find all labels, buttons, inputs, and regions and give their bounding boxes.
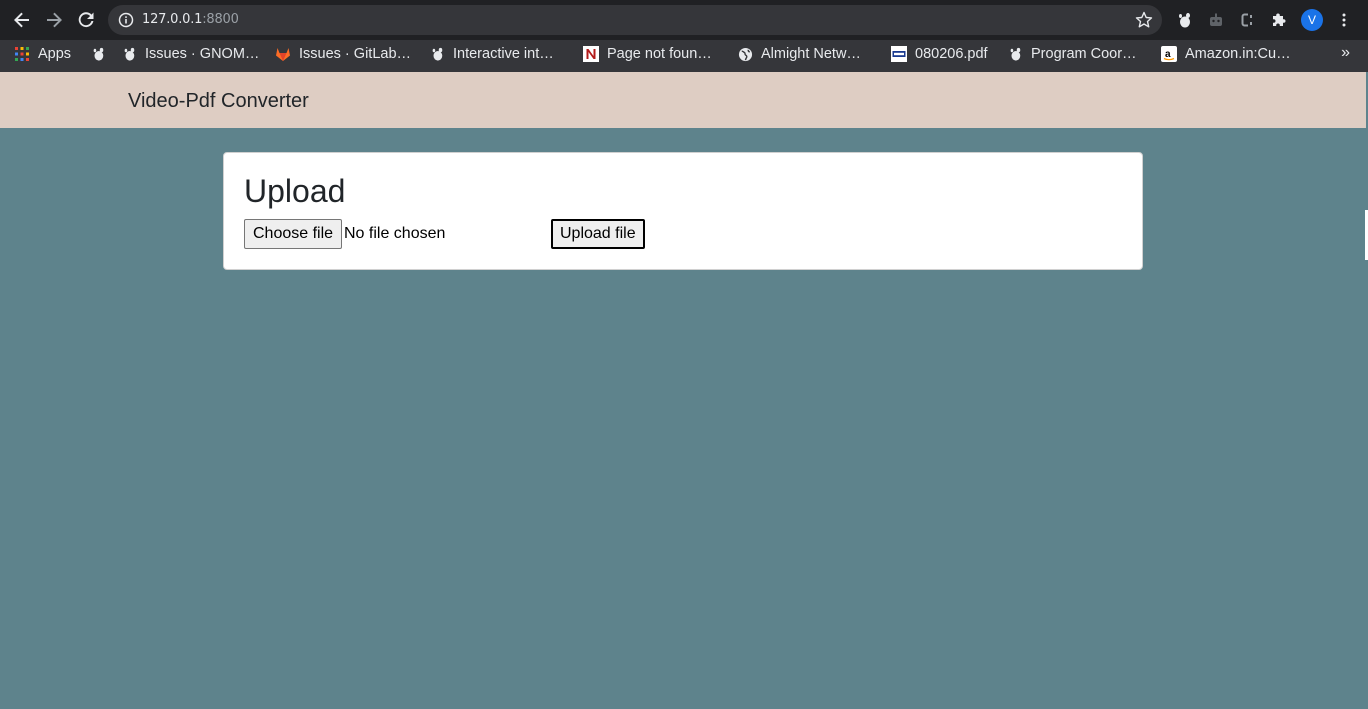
bookmark-program-coordinator[interactable]: Program Coor… [1007,40,1137,68]
site-info-icon[interactable] [118,12,134,28]
bookmark-label: 080206.pdf [915,46,988,62]
bookmark-label: Program Coor… [1031,46,1137,62]
bookmark-almight-network[interactable]: Almight Netw… [737,40,861,68]
svg-text:a: a [1165,49,1171,60]
apps-grid-icon [14,46,30,62]
address-bar[interactable]: 127.0.0.1:8800 [108,5,1162,35]
upload-card: Upload Choose file No file chosen Upload… [223,152,1143,270]
gnome-icon [90,46,106,62]
url-text: 127.0.0.1:8800 [142,12,239,27]
bookmark-gnome[interactable] [90,40,114,68]
globe-icon [737,46,753,62]
navbar-brand[interactable]: Video-Pdf Converter [128,90,309,113]
bookmark-label: Issues · GitLab… [299,46,412,62]
back-arrow-icon[interactable] [10,8,34,32]
nec-logo-icon [891,46,907,62]
bookmark-label: Issues · GNOM… [145,46,260,62]
bookmarks-bar: Apps Issues · GNOM… Issues · GitLab… Int… [0,40,1368,72]
bookmark-apps[interactable]: Apps [14,40,71,68]
gnome-extension-icon[interactable] [1172,8,1196,32]
profile-avatar[interactable]: V [1301,9,1323,31]
n-logo-icon [583,46,599,62]
file-status-text: No file chosen [344,225,446,242]
menu-kebab-icon[interactable] [1332,8,1356,32]
more-bookmarks-chevron[interactable]: » [1341,44,1350,62]
bookmark-amazon[interactable]: a Amazon.in:Cu… [1161,40,1291,68]
bookmark-label: Apps [38,46,72,62]
gitlab-icon [275,46,291,62]
site-navbar: Video-Pdf Converter [0,72,1366,128]
gnome-icon [121,46,137,62]
bookmark-issues-gnome[interactable]: Issues · GNOM… [121,40,259,68]
robot-extension-icon[interactable] [1204,8,1228,32]
bookmark-label: Page not foun… [607,46,712,62]
bookmark-star-icon[interactable] [1134,10,1154,30]
choose-file-button[interactable]: Choose file [244,219,343,249]
code-extension-icon[interactable] [1236,8,1260,32]
amazon-icon: a [1161,46,1177,62]
bookmark-label: Almight Netw… [761,46,861,62]
bookmark-interactive[interactable]: Interactive int… [429,40,554,68]
bookmark-080206-pdf[interactable]: 080206.pdf [891,40,988,68]
extensions-puzzle-icon[interactable] [1268,8,1292,32]
upload-file-button[interactable]: Upload file [551,219,645,249]
upload-heading: Upload [244,173,346,209]
bookmark-page-not-found[interactable]: Page not foun… [583,40,712,68]
reload-icon[interactable] [74,8,98,32]
gnome-icon [1007,46,1023,62]
browser-toolbar: 127.0.0.1:8800 V [0,0,1368,40]
gnome-icon [429,46,445,62]
bookmark-label: Interactive int… [453,46,554,62]
forward-arrow-icon[interactable] [42,8,66,32]
bookmark-label: Amazon.in:Cu… [1185,46,1291,62]
bookmark-issues-gitlab[interactable]: Issues · GitLab… [275,40,411,68]
